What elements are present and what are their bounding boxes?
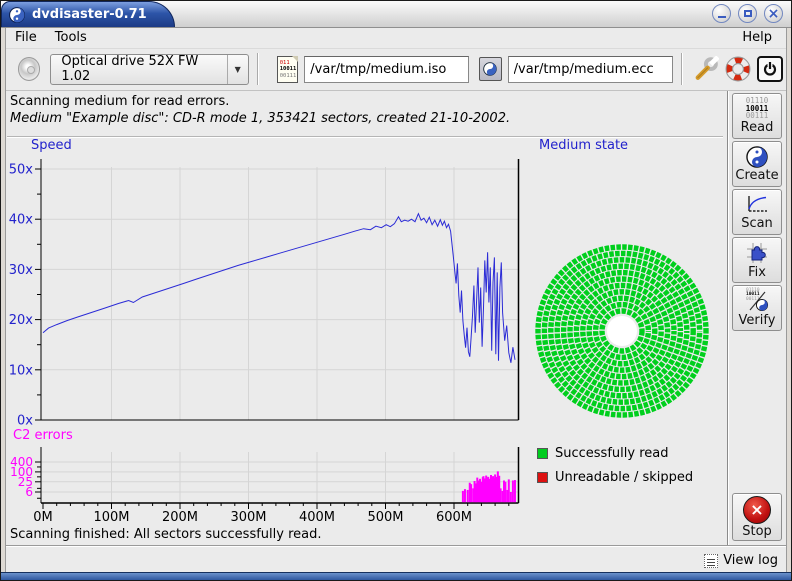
legend-label-unreadable: Unreadable / skipped bbox=[555, 470, 693, 485]
view-log-label: View log bbox=[723, 553, 778, 568]
medium-state-legend: Successfully read Unreadable / skipped bbox=[537, 441, 693, 489]
read-button-label: Read bbox=[741, 120, 774, 135]
legend-item-unreadable: Unreadable / skipped bbox=[537, 465, 693, 489]
c2-errors-title: C2 errors bbox=[13, 428, 73, 443]
minimize-icon bbox=[718, 16, 726, 18]
bottom-bar: View log bbox=[6, 547, 786, 574]
optical-drive-icon bbox=[18, 57, 40, 81]
svg-text:20x: 20x bbox=[9, 313, 34, 328]
sidebar-separator bbox=[727, 91, 729, 547]
svg-text:400: 400 bbox=[10, 455, 33, 469]
svg-text:0x: 0x bbox=[17, 414, 33, 429]
menu-file[interactable]: File bbox=[6, 28, 46, 47]
stop-button[interactable]: × Stop bbox=[732, 493, 782, 541]
speed-chart: 0x 10x 20x 30x 40x 50x bbox=[7, 153, 523, 438]
close-icon: × bbox=[768, 7, 780, 21]
fix-button-label: Fix bbox=[748, 265, 766, 280]
minimize-button[interactable] bbox=[712, 4, 731, 23]
view-log-button[interactable]: View log bbox=[704, 553, 786, 568]
svg-text:200M: 200M bbox=[162, 510, 198, 525]
binary-icon: 01110 10011 00111 bbox=[746, 97, 769, 120]
toolbar-separator bbox=[257, 53, 259, 85]
create-button-label: Create bbox=[735, 168, 778, 183]
legend-swatch-unreadable bbox=[537, 472, 548, 483]
quit-button[interactable] bbox=[756, 54, 784, 84]
svg-text:400M: 400M bbox=[299, 510, 335, 525]
svg-text:100M: 100M bbox=[93, 510, 129, 525]
scan-button-label: Scan bbox=[741, 216, 773, 231]
scan-button[interactable]: Scan bbox=[732, 189, 782, 235]
title-tab[interactable]: dvdisaster-0.71 bbox=[1, 1, 175, 27]
app-window: dvdisaster-0.71 × File Tools Help Optica… bbox=[0, 0, 792, 581]
lifebelt-icon bbox=[725, 56, 751, 82]
drive-select[interactable]: Optical drive 52X FW 1.02 ▼ bbox=[50, 54, 248, 85]
svg-text:30x: 30x bbox=[9, 263, 34, 278]
titlebar[interactable]: dvdisaster-0.71 × bbox=[1, 1, 791, 28]
maximize-icon bbox=[744, 10, 752, 17]
help-button[interactable] bbox=[724, 54, 752, 84]
svg-text:10x: 10x bbox=[9, 363, 34, 378]
verify-button-label: Verify bbox=[739, 313, 776, 328]
medium-state-title: Medium state bbox=[539, 138, 628, 153]
verify-icon: 01110 10011 00111 bbox=[744, 289, 770, 313]
legend-swatch-read bbox=[537, 448, 548, 459]
legend-label-read: Successfully read bbox=[555, 446, 668, 461]
stop-icon: × bbox=[743, 496, 771, 524]
maximize-button[interactable] bbox=[738, 4, 757, 23]
toolbar: Optical drive 52X FW 1.02 ▼ 011 10011 00… bbox=[6, 48, 786, 91]
iso-path-input[interactable] bbox=[304, 56, 469, 83]
verify-button[interactable]: 01110 10011 00111 Verify bbox=[732, 285, 782, 331]
ecc-path-input[interactable] bbox=[508, 56, 673, 83]
fix-button[interactable]: Fix bbox=[732, 237, 782, 283]
scan-curve-icon bbox=[745, 194, 769, 216]
window-border-right bbox=[786, 27, 791, 573]
yinyang-icon bbox=[746, 146, 768, 168]
window-border-bottom bbox=[1, 572, 791, 580]
app-yinyang-icon bbox=[9, 7, 25, 23]
svg-text:40x: 40x bbox=[9, 213, 34, 228]
log-icon bbox=[704, 554, 718, 568]
status-line1: Scanning medium for read errors. bbox=[10, 94, 723, 109]
menubar: File Tools Help bbox=[6, 27, 786, 49]
chevron-down-icon: ▼ bbox=[227, 55, 248, 84]
preferences-button[interactable] bbox=[693, 54, 721, 84]
medium-state-disc bbox=[533, 242, 711, 420]
menu-tools[interactable]: Tools bbox=[46, 28, 96, 47]
svg-text:600M: 600M bbox=[436, 510, 472, 525]
close-button[interactable]: × bbox=[764, 4, 783, 23]
menu-help[interactable]: Help bbox=[728, 28, 786, 47]
puzzle-icon bbox=[745, 241, 769, 265]
stop-button-label: Stop bbox=[742, 524, 772, 539]
ecc-file-icon bbox=[479, 57, 501, 81]
window-title: dvdisaster-0.71 bbox=[32, 7, 147, 22]
legend-item-read: Successfully read bbox=[537, 441, 693, 465]
c2-errors-chart: 6251004000M100M200M300M400M500M600M bbox=[7, 444, 523, 526]
wrench-icon bbox=[693, 56, 719, 82]
window-border-left bbox=[1, 27, 6, 573]
svg-text:300M: 300M bbox=[230, 510, 266, 525]
svg-text:0M: 0M bbox=[33, 510, 53, 525]
svg-text:50x: 50x bbox=[9, 163, 34, 178]
footer-status: Scanning finished: All sectors successfu… bbox=[10, 527, 322, 542]
read-button[interactable]: 01110 10011 00111 Read bbox=[732, 93, 782, 139]
status-line2: Medium "Example disc": CD-R mode 1, 3534… bbox=[10, 111, 723, 126]
power-icon bbox=[757, 56, 783, 82]
iso-file-icon: 011 10011 00111 bbox=[277, 56, 299, 83]
speed-chart-title: Speed bbox=[31, 138, 72, 153]
footer-separator bbox=[6, 545, 786, 546]
toolbar-separator bbox=[681, 53, 683, 85]
drive-select-value: Optical drive 52X FW 1.02 bbox=[61, 54, 226, 84]
create-button[interactable]: Create bbox=[732, 141, 782, 187]
status-area: Scanning medium for read errors. Medium … bbox=[7, 91, 723, 137]
svg-text:500M: 500M bbox=[367, 510, 403, 525]
